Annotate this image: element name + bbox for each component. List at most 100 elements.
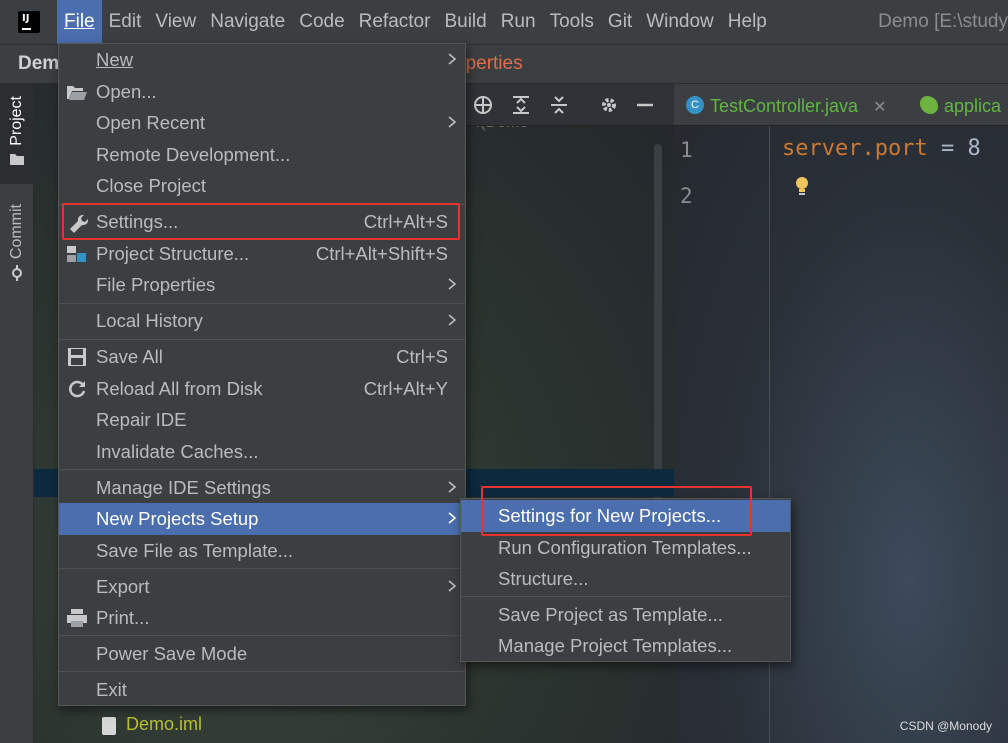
expand-all-icon[interactable] [510, 94, 532, 116]
intellij-logo-icon[interactable]: IJ [15, 8, 43, 36]
menu-separator [59, 303, 465, 304]
tool-window-strip: Project Commit [0, 84, 34, 743]
menu-item-label: Settings for New Projects... [498, 505, 722, 526]
reload-icon [65, 378, 89, 400]
menu-item-save-all[interactable]: Save All Ctrl+S [59, 341, 465, 373]
save-icon [65, 346, 89, 368]
file-menu-dropdown: New Open... Open Recent Remote Developme… [58, 43, 466, 706]
main-menu-bar: IJ File Edit View Navigate Code Refactor… [0, 0, 1008, 44]
tab-commit[interactable]: Commit [0, 204, 34, 282]
menu-item-label: Reload All from Disk [96, 378, 263, 399]
menu-item-label: Close Project [96, 175, 207, 196]
shortcut-label: Ctrl+Alt+Shift+S [315, 243, 448, 264]
code-value: = 8 [927, 136, 981, 161]
menu-item-settings[interactable]: Settings... Ctrl+Alt+S [59, 206, 465, 238]
iml-file-icon [102, 717, 116, 735]
shortcut-label: Ctrl+S [396, 346, 448, 367]
menu-item-file-properties[interactable]: File Properties [59, 269, 465, 301]
menu-item-label: Invalidate Caches... [96, 441, 259, 462]
menu-item-open-recent[interactable]: Open Recent [59, 107, 465, 139]
menu-item-label: Open... [96, 81, 157, 102]
editor-tab-bar: C TestController.java ✕ applica [674, 84, 1008, 126]
menu-item-label: Repair IDE [96, 409, 187, 430]
close-icon[interactable]: ✕ [873, 99, 886, 116]
menu-git[interactable]: Git [601, 0, 639, 44]
menu-window[interactable]: Window [639, 0, 721, 44]
menu-help[interactable]: Help [721, 0, 774, 44]
menu-item-new-projects-setup[interactable]: New Projects Setup [59, 503, 465, 535]
menu-item-open[interactable]: Open... [59, 76, 465, 108]
menu-separator [59, 568, 465, 569]
menu-item-label: Project Structure... [96, 243, 250, 264]
menu-view[interactable]: View [148, 0, 203, 44]
tab-project[interactable]: Project [0, 84, 34, 184]
wrench-icon [65, 211, 89, 233]
locate-target-icon[interactable] [472, 94, 494, 116]
folder-icon [10, 153, 24, 165]
menu-item-label: Structure... [498, 568, 589, 589]
menu-item-label: Exit [96, 679, 127, 700]
chevron-right-icon [448, 481, 457, 493]
menu-item-local-history[interactable]: Local History [59, 305, 465, 337]
menu-item-label: New Projects Setup [96, 508, 259, 529]
menu-edit[interactable]: Edit [102, 0, 149, 44]
printer-icon [65, 607, 89, 629]
menu-item-repair-ide[interactable]: Repair IDE [59, 404, 465, 436]
commit-icon [12, 265, 22, 282]
tab-testcontroller[interactable]: C TestController.java ✕ [686, 84, 887, 126]
menu-item-label: Save File as Template... [96, 540, 294, 561]
chevron-right-icon [448, 512, 457, 524]
menu-item-close-project[interactable]: Close Project [59, 170, 465, 202]
tab-application[interactable]: applica [920, 84, 1001, 126]
project-panel-toolbar [464, 84, 674, 126]
menu-build[interactable]: Build [437, 0, 493, 44]
menu-item-save-file-as-template[interactable]: Save File as Template... [59, 535, 465, 567]
menu-separator [59, 635, 465, 636]
tab-application-label: applica [944, 96, 1002, 116]
menu-item-manage-ide-settings[interactable]: Manage IDE Settings [59, 472, 465, 504]
collapse-all-icon[interactable] [548, 94, 570, 116]
menu-item-power-save-mode[interactable]: Power Save Mode [59, 638, 465, 670]
submenu-item-settings-for-new-projects[interactable]: Settings for New Projects... [461, 500, 790, 532]
submenu-item-run-configuration-templates[interactable]: Run Configuration Templates... [461, 532, 790, 564]
menu-run[interactable]: Run [494, 0, 543, 44]
menu-item-reload-all[interactable]: Reload All from Disk Ctrl+Alt+Y [59, 373, 465, 405]
menu-navigate[interactable]: Navigate [203, 0, 292, 44]
menu-item-exit[interactable]: Exit [59, 674, 465, 706]
menu-item-project-structure[interactable]: Project Structure... Ctrl+Alt+Shift+S [59, 238, 465, 270]
menu-item-remote-development[interactable]: Remote Development... [59, 139, 465, 171]
shortcut-label: Ctrl+Alt+Y [363, 378, 448, 399]
code-line-1[interactable]: server.port = 8 [782, 136, 981, 161]
menu-tools[interactable]: Tools [543, 0, 601, 44]
menu-item-label: Open Recent [96, 112, 206, 133]
shortcut-label: Ctrl+Alt+S [363, 211, 448, 232]
menu-item-invalidate-caches[interactable]: Invalidate Caches... [59, 436, 465, 468]
submenu-item-save-project-as-template[interactable]: Save Project as Template... [461, 599, 790, 631]
menu-separator [59, 469, 465, 470]
menu-file[interactable]: File [57, 0, 102, 44]
tree-item-demo-iml[interactable]: Demo.iml [126, 714, 202, 735]
gear-icon[interactable] [598, 94, 620, 116]
line-number: 1 [680, 138, 693, 162]
menu-item-label: Remote Development... [96, 144, 291, 165]
lightbulb-icon[interactable] [794, 176, 810, 198]
submenu-item-structure[interactable]: Structure... [461, 563, 790, 595]
menu-separator [461, 596, 790, 597]
folder-open-icon [65, 81, 89, 103]
chevron-right-icon [448, 314, 457, 326]
breadcrumb-project[interactable]: Dem [18, 53, 59, 75]
submenu-item-manage-project-templates[interactable]: Manage Project Templates... [461, 630, 790, 662]
line-number: 2 [680, 184, 693, 208]
chevron-right-icon [448, 53, 457, 65]
menu-item-export[interactable]: Export [59, 571, 465, 603]
tab-commit-label: Commit [8, 204, 25, 260]
menu-item-label: Save Project as Template... [498, 604, 723, 625]
menu-item-label: Manage IDE Settings [96, 477, 271, 498]
menu-code[interactable]: Code [292, 0, 351, 44]
menu-item-label: Run Configuration Templates... [498, 537, 752, 558]
menu-refactor[interactable]: Refactor [352, 0, 438, 44]
menu-separator [59, 339, 465, 340]
menu-item-print[interactable]: Print... [59, 602, 465, 634]
menu-item-new[interactable]: New [59, 44, 465, 76]
minimize-icon[interactable] [634, 94, 656, 116]
